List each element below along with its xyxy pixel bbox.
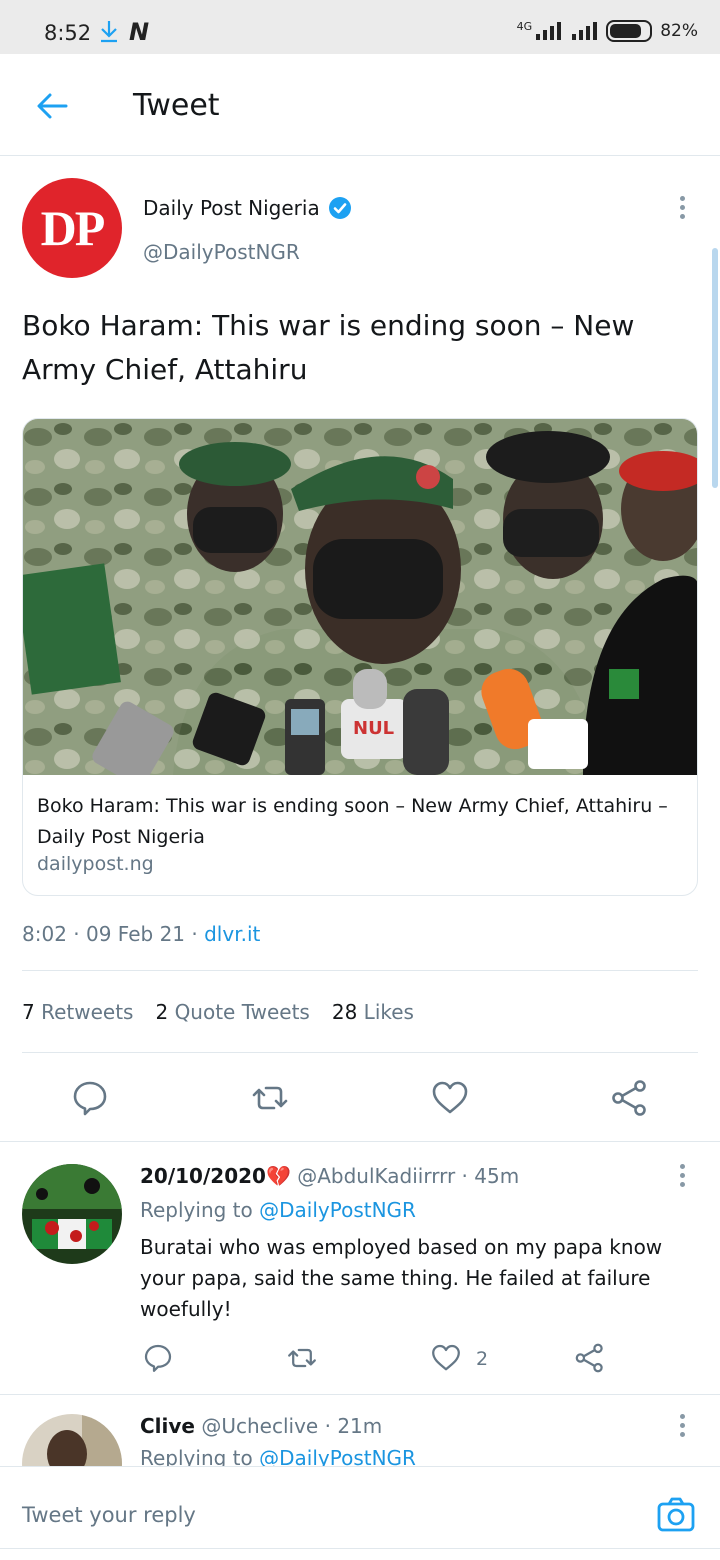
- like-icon[interactable]: [430, 1342, 462, 1374]
- reply-time: 45m: [474, 1164, 520, 1188]
- more-options-icon[interactable]: [680, 196, 685, 219]
- likes-count: 28: [331, 1000, 358, 1024]
- card-domain: dailypost.ng: [37, 853, 154, 875]
- reply-like-count: 2: [476, 1348, 489, 1370]
- retweets-label: Retweets: [41, 1000, 134, 1024]
- reply-input[interactable]: Tweet your reply: [22, 1503, 196, 1527]
- divider: [22, 1052, 698, 1053]
- reply-time: 21m: [337, 1414, 383, 1438]
- network-label: 4G: [516, 19, 533, 33]
- meta-separator: ·: [461, 1164, 475, 1188]
- retweets-count: 7: [22, 1000, 35, 1024]
- retweet-icon[interactable]: [286, 1342, 318, 1374]
- tweet-stats: 7 Retweets 2 Quote Tweets 28 Likes: [22, 1000, 414, 1024]
- status-time: 8:52: [44, 21, 92, 45]
- replying-prefix: Replying to: [140, 1198, 253, 1222]
- top-bar: Tweet: [0, 54, 720, 156]
- reply-author-handle[interactable]: @AbdulKadiirrrr: [297, 1164, 455, 1188]
- divider: [0, 1141, 720, 1142]
- tweet-source-link[interactable]: dlvr.it: [204, 922, 260, 946]
- meta-separator: ·: [73, 922, 86, 946]
- link-card[interactable]: NUL Boko Haram: This war is ending soon …: [22, 418, 698, 896]
- share-icon[interactable]: [610, 1078, 650, 1118]
- reply-author-name[interactable]: Clive: [140, 1414, 195, 1438]
- divider: [22, 970, 698, 971]
- retweet-icon[interactable]: [250, 1078, 290, 1118]
- reply-icon[interactable]: [70, 1078, 110, 1118]
- avatar-text: DP: [40, 200, 106, 256]
- reply-text: Buratai who was employed based on my pap…: [140, 1235, 663, 1321]
- scrollbar[interactable]: [712, 248, 718, 488]
- battery-icon: [606, 20, 653, 42]
- divider: [0, 1548, 720, 1549]
- meta-separator: ·: [191, 922, 205, 946]
- reply-author-name[interactable]: 20/10/2020💔: [140, 1164, 291, 1188]
- verified-badge-icon: [328, 197, 351, 219]
- author-avatar[interactable]: DP: [22, 178, 122, 278]
- replying-to: Replying to @DailyPostNGR: [140, 1198, 416, 1222]
- author-handle[interactable]: @DailyPostNGR: [143, 240, 300, 264]
- download-icon: [98, 19, 120, 47]
- reply-icon[interactable]: [142, 1342, 174, 1374]
- retweets-stat[interactable]: 7 Retweets: [22, 1000, 133, 1024]
- card-image: NUL: [23, 419, 697, 775]
- status-bar: 8:52 N 4G 82%: [0, 0, 720, 54]
- back-arrow-icon[interactable]: [34, 88, 70, 124]
- tweet-date: 09 Feb 21: [86, 922, 186, 946]
- author-name[interactable]: Daily Post Nigeria: [143, 196, 352, 220]
- tweet-time: 8:02: [22, 922, 67, 946]
- share-icon[interactable]: [574, 1342, 606, 1374]
- signal-icon: [536, 22, 562, 40]
- notification-n-icon: N: [129, 18, 150, 46]
- reply-header: Clive @Ucheclive · 21m: [140, 1414, 382, 1438]
- likes-stat[interactable]: 28 Likes: [332, 1000, 414, 1024]
- tweet-meta: 8:02 · 09 Feb 21 · dlvr.it: [22, 922, 260, 946]
- reply-header: 20/10/2020💔 @AbdulKadiirrrr · 45m: [140, 1164, 519, 1188]
- signal-icon-2: [572, 22, 598, 40]
- reply-composer: Tweet your reply: [0, 1466, 720, 1560]
- quotes-stat[interactable]: 2 Quote Tweets: [155, 1000, 309, 1024]
- camera-icon[interactable]: [656, 1495, 696, 1535]
- quotes-label: Quote Tweets: [174, 1000, 310, 1024]
- more-options-icon[interactable]: [680, 1414, 685, 1437]
- reply-author-handle[interactable]: @Ucheclive: [201, 1414, 318, 1438]
- meta-separator: ·: [324, 1414, 338, 1438]
- like-icon[interactable]: [430, 1078, 470, 1118]
- likes-label: Likes: [363, 1000, 414, 1024]
- battery-percent: 82%: [660, 21, 698, 41]
- reply-avatar[interactable]: [22, 1164, 122, 1264]
- mic-label: NUL: [353, 718, 394, 739]
- divider: [0, 1394, 720, 1395]
- card-title: Boko Haram: This war is ending soon – Ne…: [37, 795, 668, 848]
- tweet-text: Boko Haram: This war is ending soon – Ne…: [22, 309, 635, 386]
- replying-to-link[interactable]: @DailyPostNGR: [259, 1198, 416, 1222]
- status-right: 4G 82%: [517, 20, 698, 42]
- more-options-icon[interactable]: [680, 1164, 685, 1187]
- author-display-name: Daily Post Nigeria: [143, 196, 320, 220]
- page-title: Tweet: [133, 88, 220, 123]
- quotes-count: 2: [155, 1000, 169, 1024]
